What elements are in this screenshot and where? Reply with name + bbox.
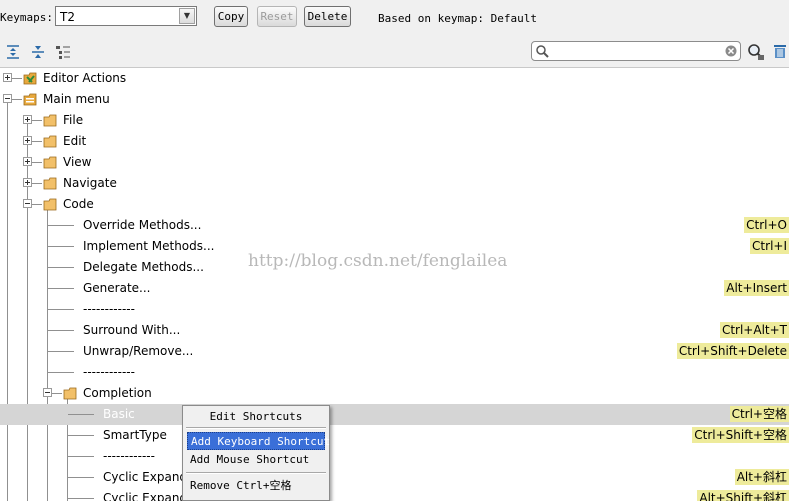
tree-node-completion[interactable]: Completion [0,383,789,404]
keymap-select[interactable]: T2 ▼ [55,6,197,26]
tree-options-icon[interactable] [55,44,71,60]
tree-node-label: View [63,155,92,169]
add-keyboard-shortcut-item[interactable]: Add Keyboard Shortcut [187,432,330,450]
tree-node-label: Code [63,197,94,211]
clear-icon[interactable] [725,45,737,57]
action-basic-completion[interactable]: Basic Ctrl+空格 [0,404,789,425]
tree-node-code[interactable]: Code [0,194,789,215]
collapse-all-icon[interactable] [30,44,46,60]
action-cyclic-expand[interactable]: Cyclic Expand Alt+斜杠 [0,467,789,488]
action-unwrap-remove[interactable]: Unwrap/Remove... Ctrl+Shift+Delete [0,341,789,362]
action-label: Surround With... [83,323,181,337]
editor-actions-icon [23,72,37,85]
action-cyclic-expand-backward[interactable]: Cyclic Expand Alt+Shift+斜杠 [0,488,789,501]
tree-node-view[interactable]: View [0,152,789,173]
tree-node-file[interactable]: File [0,110,789,131]
expand-icon[interactable] [23,115,32,124]
search-icon[interactable] [535,44,549,58]
shortcut-badge: Alt+斜杠 [734,469,789,485]
watermark: http://blog.csdn.net/fenglailea [248,251,508,271]
action-override-methods[interactable]: Override Methods... Ctrl+O [0,215,789,236]
shortcut-badge: Ctrl+空格 [729,406,789,422]
action-label: Cyclic Expand [103,470,188,484]
collapse-icon[interactable] [43,388,52,397]
separator-row: ------------ [0,299,789,320]
menu-separator [186,472,326,474]
context-menu: Edit Shortcuts Add Keyboard Shortcut Add… [182,405,330,501]
expand-icon[interactable] [23,178,32,187]
action-label: SmartType [103,428,167,442]
shortcut-badge: Ctrl+Shift+Delete [676,343,789,359]
separator-row: ------------ [0,446,789,467]
find-by-shortcut-icon[interactable] [747,43,765,61]
expand-icon[interactable] [3,73,12,82]
folder-icon [43,177,57,190]
chevron-down-icon[interactable]: ▼ [179,8,195,24]
action-label: Basic [103,407,135,421]
shortcut-badge: Ctrl+I [750,238,789,254]
tree-node-editor-actions[interactable]: Editor Actions [0,68,789,89]
folder-icon [43,135,57,148]
tree-node-edit[interactable]: Edit [0,131,789,152]
context-menu-title: Edit Shortcuts [209,410,303,423]
action-smarttype-completion[interactable]: SmartType Ctrl+Shift+空格 [0,425,789,446]
keymap-tree[interactable]: Editor Actions Main menu File Edit View [0,68,789,501]
expand-icon[interactable] [23,136,32,145]
action-label: Unwrap/Remove... [83,344,194,358]
tree-node-label: Edit [63,134,87,148]
copy-button[interactable]: Copy [214,6,248,27]
shortcut-badge: Ctrl+O [744,217,789,233]
shortcut-badge: Ctrl+Shift+空格 [692,427,789,443]
folder-icon [43,198,57,211]
add-mouse-shortcut-item[interactable]: Add Mouse Shortcut [187,451,325,469]
tree-node-label: Navigate [63,176,117,190]
separator-row: ------------ [0,362,789,383]
collapse-icon[interactable] [3,94,12,103]
action-generate[interactable]: Generate... Alt+Insert [0,278,789,299]
action-label: Implement Methods... [83,239,215,253]
action-label: Override Methods... [83,218,202,232]
trash-icon[interactable] [772,43,788,59]
separator-label: ------------ [83,365,135,379]
shortcut-badge: Ctrl+Alt+T [719,322,789,338]
separator-label: ------------ [103,449,155,463]
shortcut-badge: Alt+Shift+斜杠 [697,490,789,501]
keymap-bar: Keymaps: T2 ▼ Copy Reset Delete Based on… [0,0,789,36]
tree-node-label: Completion [83,386,152,400]
folder-icon [43,156,57,169]
delete-button[interactable]: Delete [304,6,351,27]
folder-icon [63,387,77,400]
tree-node-label: File [63,113,84,127]
action-label: Generate... [83,281,151,295]
action-label: Cyclic Expand [103,491,188,501]
search-box[interactable] [531,41,741,61]
search-input[interactable] [554,43,722,59]
tree-node-navigate[interactable]: Navigate [0,173,789,194]
expand-icon[interactable] [23,157,32,166]
tree-node-main-menu[interactable]: Main menu [0,89,789,110]
action-surround-with[interactable]: Surround With... Ctrl+Alt+T [0,320,789,341]
shortcut-badge: Alt+Insert [724,280,789,296]
separator-label: ------------ [83,302,135,316]
folder-icon [43,114,57,127]
action-label: Delegate Methods... [83,260,204,274]
based-on-keymap-text: Based on keymap: Default [378,12,537,25]
expand-all-icon[interactable] [5,44,21,60]
collapse-icon[interactable] [23,199,32,208]
remove-shortcut-item[interactable]: Remove Ctrl+空格 [187,477,325,495]
tree-node-label: Main menu [43,92,110,106]
main-menu-icon [23,93,37,106]
keymaps-label: Keymaps: [0,11,53,24]
menu-separator [186,427,326,429]
reset-button[interactable]: Reset [257,6,297,27]
keymap-select-value: T2 [60,10,75,24]
tree-node-label: Editor Actions [43,71,127,85]
toolbar [0,36,789,68]
